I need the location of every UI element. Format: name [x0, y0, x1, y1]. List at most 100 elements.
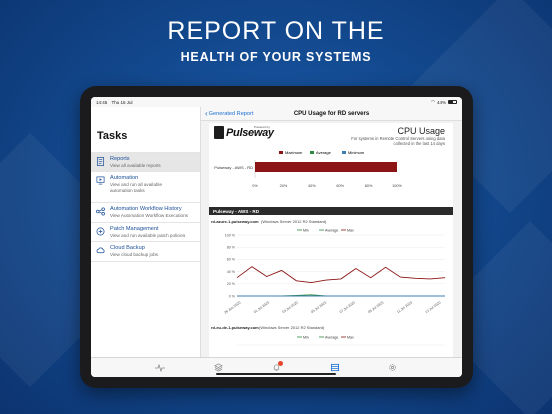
tab-settings[interactable] [386, 361, 400, 375]
sidebar: Tasks Reports View all available reports [91, 107, 201, 357]
xtick-label: 07 Jul 2020 [339, 301, 356, 315]
report-icon [96, 157, 105, 166]
server2-os: (Windows Server 2012 R2 Standard) [259, 325, 325, 330]
bar-xtick-label: 0% [252, 184, 258, 188]
line-grid [237, 234, 445, 297]
ytick-label: 40 % [227, 270, 236, 274]
back-button[interactable]: ‹ Generated Report [205, 108, 254, 118]
workflow-icon [96, 207, 105, 216]
status-time: 14:45 [96, 99, 108, 105]
bar-maximum [255, 162, 397, 172]
automation-icon [96, 176, 105, 185]
legend-label: Average [325, 229, 338, 233]
pulse-icon [155, 363, 166, 372]
home-indicator [216, 373, 336, 375]
task-item-patch-management[interactable]: Patch Management View and run available … [91, 221, 200, 241]
ytick-label: 20 % [227, 282, 236, 286]
server2-header: rd-eu-de-1.pulseway.com (Windows Server … [211, 325, 445, 346]
report-view: ‹ Generated Report CPU Usage for RD serv… [201, 107, 462, 357]
legend-swatch-minimum [342, 151, 346, 154]
headline: REPORT ON THE HEALTH OF YOUR SYSTEMS [0, 16, 552, 64]
server1-line-chart: rd-azure-1.pulseway.com (Windows Server … [211, 219, 446, 315]
line-xticks: 29 Jun 2020 01 Jul 2020 03 Jul 2020 05 Jul … [223, 301, 441, 315]
task-sub: View and run all available automation ta… [110, 182, 163, 193]
bar-xtick-label: 100% [392, 184, 402, 188]
tablet-frame: 14:45 Thu 16 Jul ◠ 44% Tasks Reports Vie… [80, 86, 473, 388]
legend-label: Min [303, 229, 309, 233]
xtick-label: 09 Jul 2020 [367, 301, 384, 315]
legend-label-maximum: Maximum [285, 150, 303, 155]
ytick-label: 80 % [227, 246, 236, 250]
task-item-automation[interactable]: Automation View and run all available au… [91, 171, 200, 202]
task-label: Patch Management [110, 225, 159, 232]
server1-os: (Windows Server 2012 R2 Standard) [261, 219, 327, 224]
legend-label: Max [347, 229, 354, 233]
battery-percent: 44% [436, 99, 446, 105]
tablet-screen: 14:45 Thu 16 Jul ◠ 44% Tasks Reports Vie… [91, 97, 462, 377]
status-bar: 14:45 Thu 16 Jul ◠ 44% [91, 97, 462, 107]
legend-label-average: Average [316, 150, 332, 155]
notification-badge [278, 360, 284, 366]
pulseway-logo-icon [214, 126, 224, 139]
legend-label: Average [325, 336, 338, 340]
server2-legend: Min Average Max [297, 336, 354, 340]
legend-label: Max [347, 336, 354, 340]
battery-icon [448, 100, 457, 104]
tasks-icon [330, 363, 339, 372]
bar-xticks: 0% 20% 40% 60% 80% 100% [252, 184, 402, 188]
cloud-icon [96, 247, 105, 254]
task-sub: View and run available patch policies [110, 232, 186, 238]
series-line-max [236, 266, 446, 284]
bar-xtick-label: 40% [308, 184, 316, 188]
bar-category-label: Pulseway - AWS - RD [214, 165, 253, 170]
task-label: Automation Workflow History [110, 206, 182, 213]
task-item-cloud-backup[interactable]: Cloud Backup View cloud backup jobs [91, 241, 200, 262]
task-label: Automation [110, 175, 139, 182]
legend-swatch-maximum [279, 151, 283, 154]
line-yticks: 0 % 20 % 40 % 60 % 80 % 100 % [225, 233, 236, 298]
report-title: CPU Usage [397, 126, 445, 136]
ytick-label: 0 % [229, 294, 236, 298]
gear-icon [389, 364, 397, 371]
back-label: Generated Report [208, 110, 254, 117]
legend-label-minimum: Minimum [348, 150, 365, 155]
bar-xtick-label: 20% [280, 184, 288, 188]
task-item-reports[interactable]: Reports View all available reports [91, 152, 200, 172]
task-sub: View all available reports [110, 163, 161, 168]
report-document[interactable]: Pulseway Powered by CPU Usage For system… [209, 123, 453, 357]
xtick-label: 11 Jul 2020 [396, 301, 413, 315]
server2-name: rd-eu-de-1.pulseway.com [211, 325, 259, 330]
task-sub: View cloud backup jobs [110, 252, 158, 258]
layers-icon [213, 363, 223, 372]
chevron-left-icon: ‹ [205, 108, 208, 118]
ytick-label: 100 % [225, 233, 236, 237]
ytick-label: 60 % [227, 258, 236, 262]
plus-circle-icon [96, 227, 105, 236]
logo-sub: Powered by [254, 125, 270, 129]
legend-label: Min [303, 336, 309, 340]
bar-xtick-label: 80% [365, 184, 373, 188]
nav-bar: ‹ Generated Report CPU Usage for RD serv… [201, 107, 462, 121]
xtick-label: 03 Jul 2020 [282, 301, 299, 315]
task-item-workflow-history[interactable]: Automation Workflow History View Automat… [91, 202, 200, 221]
headline-line-2: HEALTH OF YOUR SYSTEMS [180, 50, 372, 64]
summary-bar-chart: Maximum Average Minimum Pulseway - AWS -… [214, 150, 402, 188]
xtick-label: 13 Jul 2020 [424, 301, 441, 315]
wifi-icon: ◠ [431, 99, 435, 104]
xtick-label: 05 Jul 2020 [310, 301, 327, 315]
task-label: Cloud Backup [110, 245, 145, 252]
tab-monitoring[interactable] [153, 361, 167, 375]
task-sub: View Automation Workflow Executions [110, 213, 188, 219]
bar-legend: Maximum Average Minimum [279, 150, 365, 155]
report-header: Pulseway Powered by CPU Usage For system… [209, 123, 453, 146]
status-date: Thu 16 Jul [111, 99, 133, 105]
sidebar-title: Tasks [97, 130, 128, 142]
bar-xtick-label: 60% [336, 184, 344, 188]
section-header: Pulseway - AWS - RD [209, 207, 453, 215]
legend-swatch-average [310, 151, 314, 154]
task-label: Reports [110, 156, 130, 162]
headline-line-1: REPORT ON THE [167, 17, 385, 45]
xtick-label: 01 Jul 2020 [253, 301, 270, 315]
server1-name: rd-azure-1.pulseway.com [211, 219, 259, 224]
xtick-label: 29 Jun 2020 [223, 301, 241, 315]
